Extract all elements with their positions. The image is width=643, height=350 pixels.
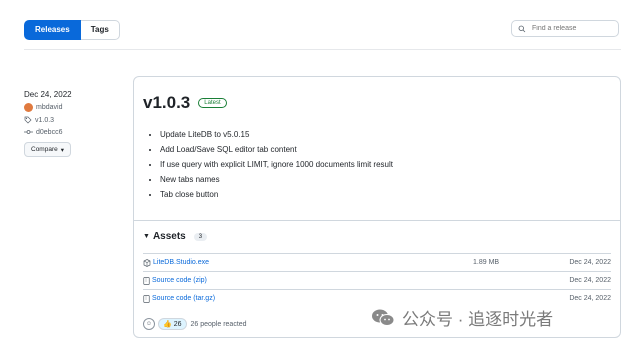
asset-date: Dec 24, 2022	[569, 295, 611, 302]
tag-name[interactable]: v1.0.3	[35, 117, 54, 124]
commit-hash[interactable]: d0ebcc6	[36, 129, 62, 136]
release-note-item: If use query with explicit LIMIT, ignore…	[160, 157, 393, 172]
release-tag[interactable]: v1.0.3	[24, 116, 124, 124]
asset-row: LiteDB.Studio.exe 1.89 MB Dec 24, 2022	[143, 253, 611, 271]
latest-badge: Latest	[198, 98, 227, 108]
add-reaction-smiley-icon[interactable]: ☺	[143, 318, 155, 330]
header-divider	[24, 49, 621, 50]
release-version-title[interactable]: v1.0.3	[143, 93, 190, 113]
release-tab-bar: Releases Tags	[24, 20, 120, 40]
release-date: Dec 24, 2022	[24, 90, 72, 99]
package-icon	[143, 258, 151, 267]
assets-count-badge: 3	[193, 232, 208, 241]
assets-toggle[interactable]: ▼ Assets 3	[143, 231, 208, 242]
watermark-text: 公众号 · 追逐时光者	[402, 310, 554, 329]
commit-icon	[24, 130, 33, 134]
file-zip-icon	[143, 276, 150, 285]
compare-button[interactable]: Compare ▾	[24, 142, 71, 157]
tab-tags[interactable]: Tags	[80, 20, 120, 40]
release-note-item: Tab close button	[160, 187, 393, 202]
asset-link-zip[interactable]: Source code (zip)	[143, 276, 207, 285]
tab-releases[interactable]: Releases	[24, 20, 81, 40]
wechat-logo-icon	[372, 309, 395, 327]
asset-link-exe[interactable]: LiteDB.Studio.exe	[143, 258, 209, 267]
release-notes: Update LiteDB to v5.0.15 Add Load/Save S…	[148, 127, 393, 202]
asset-date: Dec 24, 2022	[569, 277, 611, 284]
release-metadata: Dec 24, 2022 mbdavid v1.0.3 d0ebcc6 Comp…	[24, 90, 124, 157]
asset-name[interactable]: Source code (tar.gz)	[152, 295, 215, 302]
asset-date: Dec 24, 2022	[569, 259, 611, 266]
release-note-item: New tabs names	[160, 172, 393, 187]
file-zip-icon	[143, 294, 150, 303]
release-commit[interactable]: d0ebcc6	[24, 128, 124, 136]
reactions-summary: 26 people reacted	[190, 320, 247, 328]
asset-size: 1.89 MB	[473, 259, 500, 266]
release-note-item: Update LiteDB to v5.0.15	[160, 127, 393, 142]
author-name[interactable]: mbdavid	[36, 104, 62, 111]
assets-list: LiteDB.Studio.exe 1.89 MB Dec 24, 2022 S…	[143, 253, 611, 307]
release-title-row: v1.0.3 Latest	[143, 93, 227, 113]
release-note-item: Add Load/Save SQL editor tab content	[160, 142, 393, 157]
assets-title: Assets	[152, 231, 186, 242]
chevron-down-icon: ▾	[60, 146, 64, 154]
search-input[interactable]	[530, 24, 614, 33]
release-card: v1.0.3 Latest Update LiteDB to v5.0.15 A…	[133, 76, 621, 338]
reactions-bar: ☺ 👍 26 26 people reacted	[143, 318, 247, 330]
asset-row: Source code (zip) Dec 24, 2022	[143, 271, 611, 289]
search-icon	[518, 25, 526, 32]
tag-icon	[24, 116, 32, 124]
watermark: 公众号 · 追逐时光者	[372, 305, 553, 330]
compare-label: Compare	[31, 146, 58, 153]
asset-link-targz[interactable]: Source code (tar.gz)	[143, 294, 215, 303]
thumbs-up-icon: 👍	[163, 321, 172, 328]
reaction-count: 26	[173, 320, 182, 328]
caret-down-icon: ▼	[143, 233, 150, 240]
asset-name[interactable]: Source code (zip)	[152, 277, 207, 284]
thumbs-up-reaction-button[interactable]: 👍 26	[158, 318, 187, 330]
asset-name[interactable]: LiteDB.Studio.exe	[153, 259, 209, 266]
release-author[interactable]: mbdavid	[24, 103, 124, 112]
card-divider	[134, 220, 620, 221]
find-release-search[interactable]	[511, 20, 619, 37]
avatar	[24, 103, 33, 112]
